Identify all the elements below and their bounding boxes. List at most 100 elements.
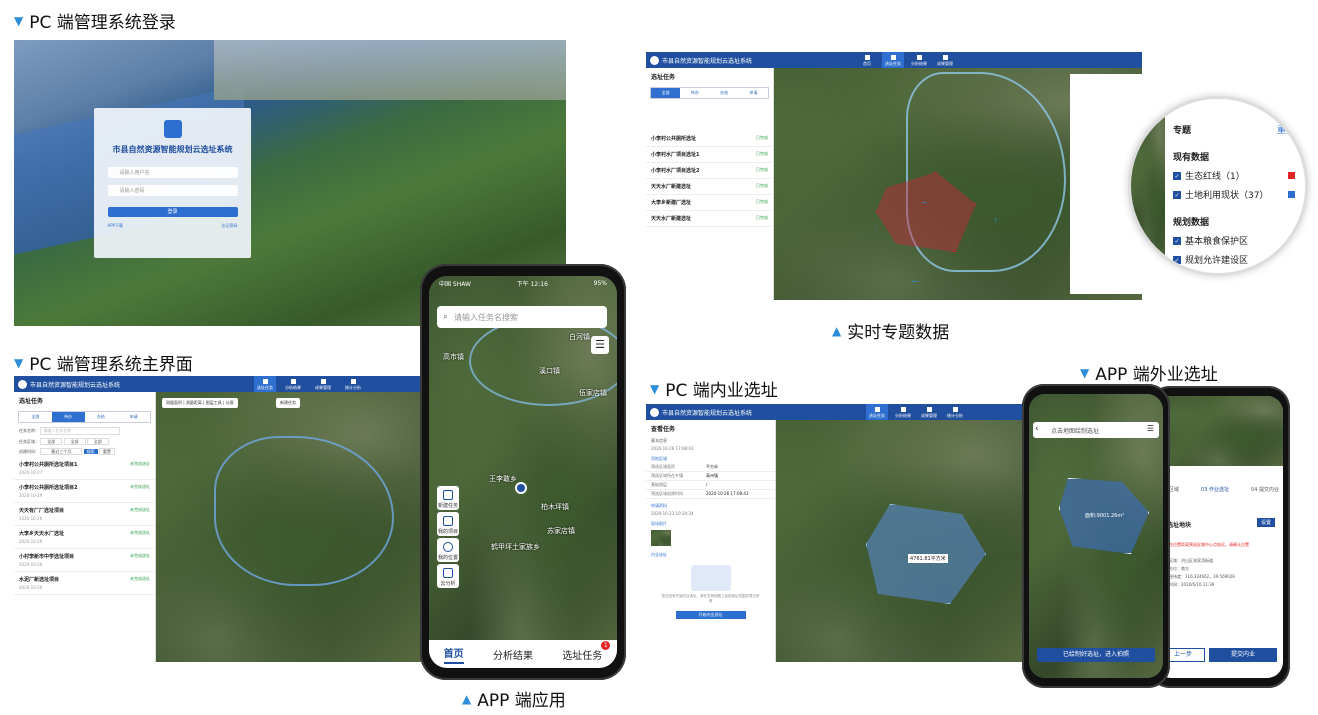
pc-inner-screenshot: 4761.81平方米 市县自然资源智能规划云选址系统 选址任务 分析结果 成果管…	[646, 404, 1032, 662]
area-readout: 面积:9001.26m²	[1085, 513, 1125, 519]
task-name: 天天水厂新建选址	[651, 216, 692, 222]
checkbox-icon[interactable]: ✓	[1173, 171, 1181, 180]
system-logo-icon	[650, 407, 659, 417]
tab-done[interactable]: 办结	[85, 412, 118, 422]
measure-area-tool[interactable]: 测量面积	[166, 400, 182, 405]
tab-all[interactable]: 全部	[19, 412, 52, 422]
nav-tasks[interactable]: 选址任务	[866, 404, 888, 420]
filter-name-row: 任务名称： 请输入任务名称	[14, 425, 155, 437]
task-item[interactable]: 天天有厂厂选址项目 未完成选址 2020-10-26	[14, 503, 155, 526]
tab-all[interactable]: 全部	[651, 88, 681, 98]
checkbox-icon[interactable]: ✓	[1173, 190, 1181, 199]
checkbox-icon[interactable]: ✓	[1173, 236, 1181, 245]
realtime-screenshot: 市县自然资源智能规划云选址系统 首页 选址任务 分析结果 成果管理 选址任务 全…	[646, 52, 1142, 300]
nav-stats[interactable]: 统计分析	[944, 404, 966, 420]
topic-reset-link[interactable]: 重置	[1277, 123, 1295, 136]
step-indicator: 预选区域 03 作业选址 04 提交内业	[1159, 486, 1279, 493]
info-line: 选址时间：2020/6/10 11:39	[1161, 582, 1215, 587]
task-name: 天天水厂新建选址	[651, 184, 692, 190]
checkbox-icon[interactable]: ✓	[1173, 255, 1181, 264]
tab-done[interactable]: 办结	[710, 88, 739, 98]
filter-region-row: 任务区域： 全部 全部 全部	[14, 437, 155, 447]
bottom-tab-analysis[interactable]: 分析结果	[493, 647, 533, 662]
nav-results[interactable]: 成果管理	[312, 376, 334, 392]
tab-apply[interactable]: 申请	[739, 88, 768, 98]
forgot-password-link[interactable]: 忘记密码	[222, 223, 238, 229]
system-logo-icon	[650, 55, 659, 65]
topic-group-existing: 现有数据	[1173, 153, 1210, 163]
layer-item[interactable]: ✓ 规划允许建设区	[1173, 253, 1295, 266]
nav-analysis[interactable]: 分析结果	[908, 52, 930, 68]
task-name-input[interactable]: 请输入任务名称	[40, 427, 121, 435]
task-tabs: 全部 待办 办结 申请	[650, 87, 769, 99]
submit-inner-button[interactable]: 提交内业	[1209, 648, 1277, 662]
area-label: 4761.81平方米	[908, 554, 948, 563]
tab-todo[interactable]: 待办	[51, 412, 85, 422]
task-item[interactable]: 小李村公共厕所选址项目1 未完成选址 2020-10-27	[14, 457, 155, 480]
app-screen: 中国 SHAW 下午 12:16 95% ⌕ 请输入任务名搜索 ☰ 高市镇 白河镇 溪…	[429, 276, 617, 668]
split-tool[interactable]: 分屏	[226, 400, 234, 405]
time-select[interactable]: 最近三个月	[40, 448, 83, 455]
task-item[interactable]: 小李村水厂项目选址2 已完成	[646, 163, 773, 179]
task-item[interactable]: 大李乡天天水厂选址 未完成选址 2020-10-26	[14, 526, 155, 549]
measure-distance-tool[interactable]: 测量距离	[186, 400, 202, 405]
app-download-link[interactable]: APP下载	[108, 223, 124, 229]
task-status: 未完成选址	[130, 484, 150, 489]
home-icon	[864, 55, 870, 60]
my-location-fab[interactable]: 我的位置	[437, 538, 459, 562]
nav-tasks[interactable]: 选址任务	[254, 376, 276, 392]
existing-layer-list: ✓ 生态红线（1） ✓ 土地利用现状（37）	[1173, 169, 1295, 201]
info-line: 坐标经纬度：116.324662，39.569028	[1161, 574, 1235, 579]
layer-item[interactable]: ✓ 基本粮食保护区	[1173, 234, 1295, 247]
layer-item[interactable]: ✓ 生态红线（1）	[1173, 169, 1295, 182]
map-label: 伍家店镇	[579, 389, 607, 397]
menu-icon[interactable]: ☰	[591, 336, 609, 354]
task-item[interactable]: 小李村水厂项目选址1 已完成	[646, 147, 773, 163]
cloud-analysis-fab[interactable]: 云分析	[437, 564, 459, 588]
nav-results[interactable]: 成果管理	[918, 404, 940, 420]
map-toolbar: 测量面积 | 测量距离 | 图层工具 | 分屏	[162, 398, 238, 408]
login-card: 市县自然资源智能规划云选址系统 请输入用户名 请输入密码 登录 APP下载 忘记…	[94, 108, 251, 258]
nav-stats[interactable]: 统计分析	[342, 376, 364, 392]
bottom-tab-home[interactable]: 首页	[443, 645, 464, 664]
password-field[interactable]: 请输入密码	[107, 185, 238, 196]
username-field[interactable]: 请输入用户名	[107, 167, 238, 178]
bottom-tab-tasks[interactable]: 选址任务 1	[562, 640, 611, 662]
back-icon[interactable]: ‹	[1035, 424, 1039, 434]
login-button[interactable]: 登录	[107, 207, 238, 217]
layer-item[interactable]: ✓ 土地利用现状（37）	[1173, 188, 1295, 201]
reset-button[interactable]: 重置	[98, 448, 115, 455]
draw-hint-bar: 点击地图绘制选址	[1033, 422, 1159, 438]
task-item[interactable]: 小村李新市中学选址项目 未完成选址 2020-10-26	[14, 549, 155, 572]
task-status: 未完成选址	[130, 507, 150, 512]
task-item[interactable]: 天天水厂新建选址 已完成	[646, 179, 773, 195]
site-photo-thumbnail[interactable]	[651, 530, 671, 546]
app-search-input[interactable]: ⌕ 请输入任务名搜索	[437, 306, 607, 328]
confirm-draw-button[interactable]: 已绘制好选址，进入拍照	[1037, 648, 1155, 662]
task-item[interactable]: 大李乡新建厂选址 已完成	[646, 195, 773, 211]
nav-analysis[interactable]: 分析结果	[282, 376, 304, 392]
start-inner-site-button[interactable]: 开始内业选址	[675, 611, 746, 619]
new-task-fab[interactable]: 新建任务	[437, 486, 459, 510]
search-button[interactable]: 搜索	[83, 449, 98, 454]
nav-home[interactable]: 首页	[856, 52, 878, 68]
tab-apply[interactable]: 申请	[117, 412, 150, 422]
tab-todo[interactable]: 待办	[680, 88, 709, 98]
task-item[interactable]: 小李村公共厕所选址项目2 未完成选址 2020-10-29	[14, 480, 155, 503]
app-outer-phone-front: 点击地图绘制选址 ‹ ☰ 面积:9001.26m² 已绘制好选址，进入拍照	[1022, 384, 1170, 688]
layer-tool[interactable]: 图层工具	[206, 400, 222, 405]
task-status: 已完成	[756, 183, 768, 188]
new-task-button[interactable]: 新建任务	[276, 398, 300, 408]
task-item[interactable]: 小李村公共厕所选址 已完成	[646, 131, 773, 147]
region-select-2[interactable]: 全部	[63, 438, 86, 445]
my-projects-fab[interactable]: 我的项目	[437, 512, 459, 536]
task-item[interactable]: 天天水厂新建选址 已完成	[646, 211, 773, 227]
nav-tasks[interactable]: 选址任务	[882, 52, 904, 68]
region-select-1[interactable]: 全部	[40, 438, 63, 445]
nav-results[interactable]: 成果管理	[934, 52, 956, 68]
sheet-setting-button[interactable]: 设置	[1256, 518, 1275, 527]
nav-analysis[interactable]: 分析结果	[892, 404, 914, 420]
menu-icon[interactable]: ☰	[1144, 424, 1157, 437]
task-item[interactable]: 水泥厂新选址项目 未完成选址 2020-10-26	[14, 572, 155, 595]
region-select-3[interactable]: 全部	[86, 438, 109, 445]
